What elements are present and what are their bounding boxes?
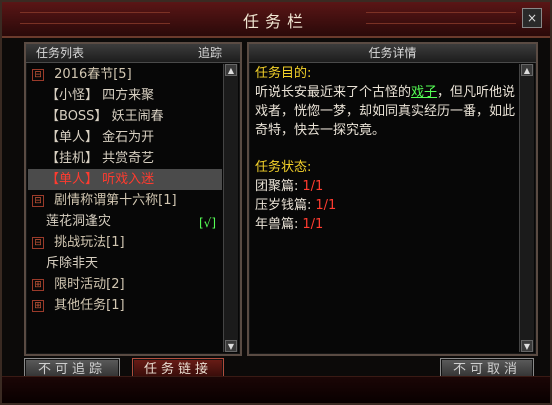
task-category-row[interactable]: ⊟ 挑战玩法[1]: [28, 232, 222, 253]
track-checkbox[interactable]: [√]: [199, 213, 216, 234]
task-item-row-selected[interactable]: 【单人】 听戏入迷: [28, 169, 222, 190]
expand-icon[interactable]: ⊞: [32, 278, 44, 291]
collapse-icon[interactable]: ⊟: [32, 236, 44, 249]
bottom-frame: [2, 376, 550, 403]
task-title: 四方来聚: [102, 88, 155, 103]
task-window: 任务栏 × 任务列表 追踪 ⊟ 2016春节[5] 【小怪】 四方来聚 【BOS…: [0, 0, 552, 405]
task-list-header: 任务列表 追踪: [26, 44, 240, 63]
task-item-row[interactable]: 莲花洞逢灾 [√]: [28, 211, 222, 232]
task-list-scrollbar[interactable]: ▲ ▼: [223, 64, 238, 352]
task-item-row[interactable]: 【挂机】 共赏奇艺: [28, 148, 222, 169]
task-category-row[interactable]: ⊟ 2016春节[5]: [28, 64, 222, 85]
task-category-row[interactable]: ⊞ 其他任务[1]: [28, 295, 222, 316]
task-tag: 【单人】: [46, 172, 99, 187]
scroll-up-icon[interactable]: ▲: [521, 64, 533, 76]
task-tag: 【挂机】: [46, 151, 99, 166]
goal-text-part-1: 听说长安最近来了个古怪的: [255, 85, 412, 100]
task-category-row[interactable]: ⊟ 剧情称谓第十六称[1]: [28, 190, 222, 211]
task-detail-scrollbar[interactable]: ▲ ▼: [519, 64, 534, 352]
status-value: 1/1: [302, 217, 324, 232]
scroll-down-icon[interactable]: ▼: [225, 340, 237, 352]
goal-text: 听说长安最近来了个古怪的戏子，但凡听他说戏者，恍惚一梦，却如同真实经历一番，如此…: [255, 83, 518, 140]
status-value: 1/1: [302, 179, 324, 194]
task-category-label: 剧情称谓第十六称[1]: [54, 193, 177, 208]
task-list-title: 任务列表: [36, 46, 85, 60]
task-item-row[interactable]: 【小怪】 四方来聚: [28, 85, 222, 106]
task-tag: 【BOSS】: [46, 109, 108, 124]
task-title: 听戏入迷: [102, 172, 155, 187]
goal-label: 任务目的:: [255, 66, 312, 81]
task-detail-header: 任务详情: [249, 44, 536, 63]
task-title: 妖王闹春: [111, 109, 164, 124]
task-category-label: 2016春节[5]: [54, 67, 132, 82]
status-row: 年兽篇: 1/1: [255, 215, 518, 234]
scroll-up-icon[interactable]: ▲: [225, 64, 237, 76]
goal-link[interactable]: 戏子: [411, 85, 437, 100]
task-title: 共赏奇艺: [102, 151, 155, 166]
task-category-label: 其他任务[1]: [54, 298, 125, 313]
task-list-panel: 任务列表 追踪 ⊟ 2016春节[5] 【小怪】 四方来聚 【BOSS】 妖王闹…: [24, 42, 242, 356]
task-category-row[interactable]: ⊞ 限时活动[2]: [28, 274, 222, 295]
task-item-row[interactable]: 【单人】 金石为开: [28, 127, 222, 148]
title-bar[interactable]: 任务栏 ×: [2, 2, 550, 38]
track-column-title: 追踪: [197, 46, 222, 60]
task-detail-panel: 任务详情 任务目的: 听说长安最近来了个古怪的戏子，但凡听他说戏者，恍惚一梦，却…: [247, 42, 538, 356]
task-title: 斥除非天: [46, 256, 99, 271]
task-item-row[interactable]: 【BOSS】 妖王闹春: [28, 106, 222, 127]
task-tag: 【小怪】: [46, 88, 99, 103]
window-title: 任务栏: [242, 12, 309, 31]
task-tag: 【单人】: [46, 130, 99, 145]
collapse-icon[interactable]: ⊟: [32, 194, 44, 207]
task-title: 金石为开: [102, 130, 155, 145]
status-row: 团聚篇: 1/1: [255, 177, 518, 196]
status-label: 任务状态:: [255, 160, 312, 175]
status-name: 年兽篇:: [255, 217, 299, 232]
task-list: ⊟ 2016春节[5] 【小怪】 四方来聚 【BOSS】 妖王闹春 【单人】 金…: [28, 64, 222, 352]
task-category-label: 限时活动[2]: [54, 277, 125, 292]
task-title: 莲花洞逢灾: [46, 214, 112, 229]
scroll-down-icon[interactable]: ▼: [521, 340, 533, 352]
close-icon[interactable]: ×: [522, 8, 542, 28]
status-name: 压岁钱篇:: [255, 198, 312, 213]
collapse-icon[interactable]: ⊟: [32, 68, 44, 81]
status-name: 团聚篇:: [255, 179, 299, 194]
task-category-label: 挑战玩法[1]: [54, 235, 125, 250]
task-detail-content: 任务目的: 听说长安最近来了个古怪的戏子，但凡听他说戏者，恍惚一梦，却如同真实经…: [255, 64, 518, 352]
task-item-row[interactable]: 斥除非天: [28, 253, 222, 274]
status-row: 压岁钱篇: 1/1: [255, 196, 518, 215]
status-value: 1/1: [315, 198, 337, 213]
expand-icon[interactable]: ⊞: [32, 299, 44, 312]
